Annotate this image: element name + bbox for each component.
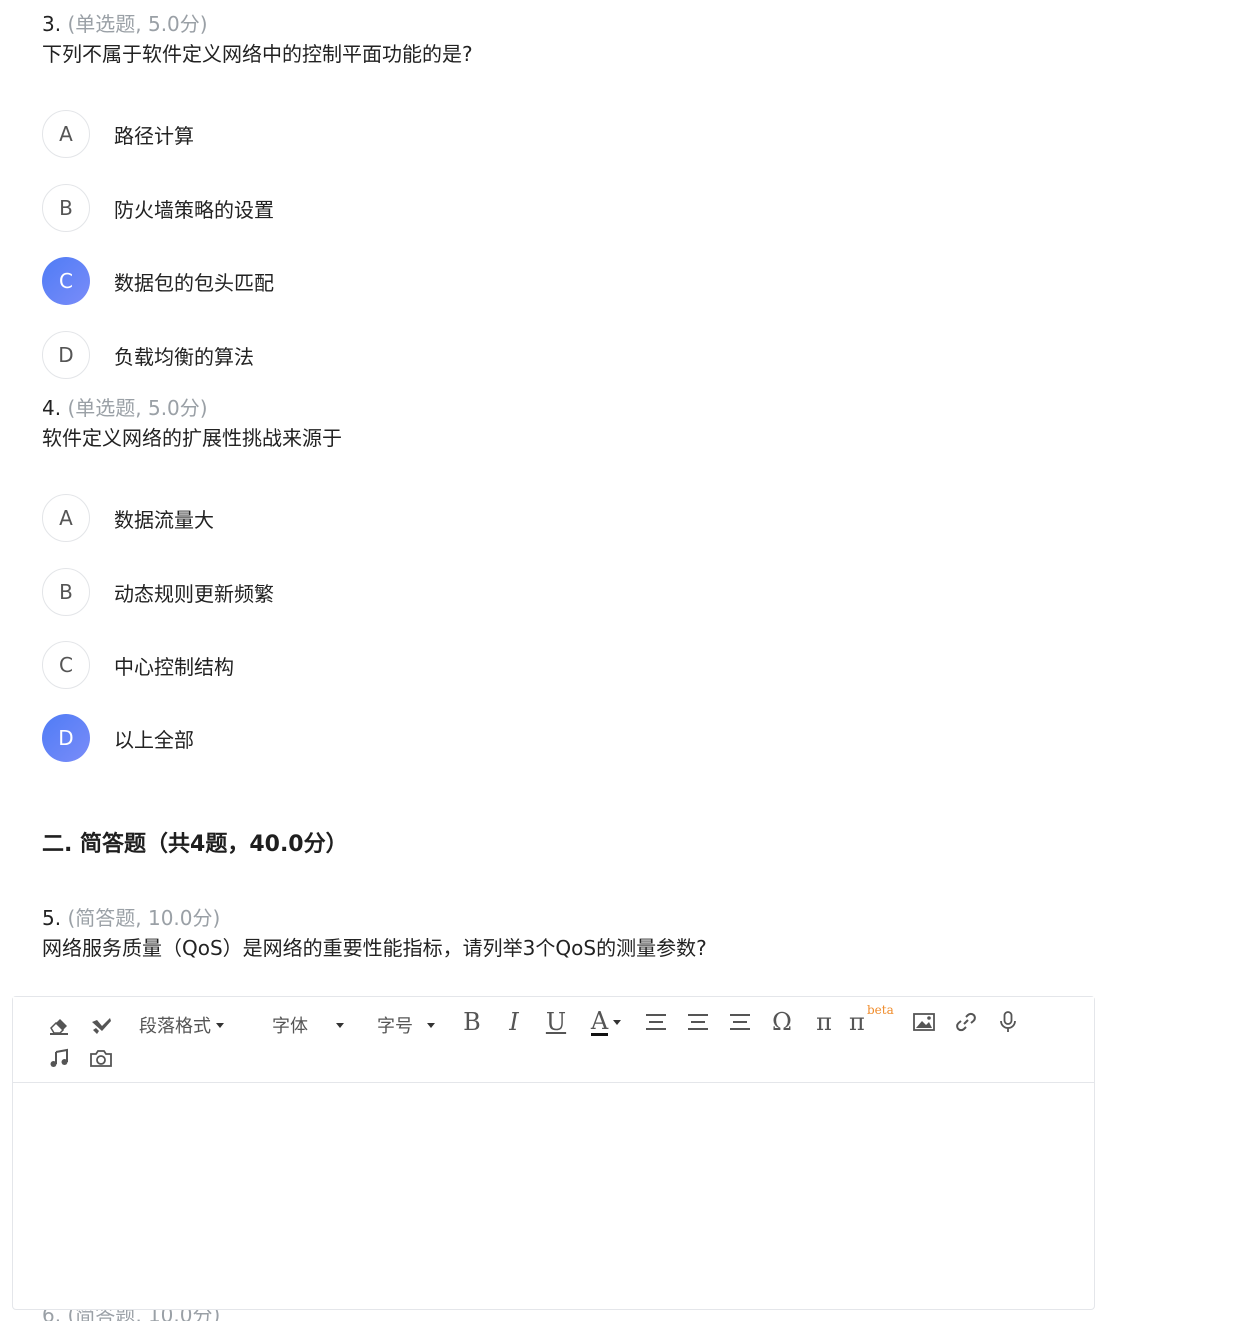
chevron-down-icon <box>613 1019 622 1025</box>
music-icon <box>50 1048 68 1067</box>
option-letter: B <box>42 568 90 616</box>
option-letter-selected: C <box>42 257 90 305</box>
question-3-header: 3. (单选题, 5.0分) <box>42 11 208 37</box>
editor-toolbar: 段落格式 字体 字号 B I U A Ω π π beta <box>13 997 1094 1083</box>
chevron-down-icon <box>427 1022 435 1028</box>
question-meta: (简答题, 10.0分) <box>67 906 221 930</box>
question-meta: (单选题, 5.0分) <box>67 396 208 420</box>
font-color-icon: A <box>590 1006 609 1036</box>
link-icon <box>956 1012 976 1032</box>
chevron-down-icon <box>216 1022 224 1028</box>
microphone-icon <box>1000 1011 1016 1032</box>
pi-icon: π <box>816 1008 832 1036</box>
font-size-label: 字号 <box>377 1016 413 1037</box>
q4-option-c[interactable]: C 中心控制结构 <box>42 641 234 689</box>
question-5-text: 网络服务质量（QoS）是网络的重要性能指标，请列举3个QoS的测量参数? <box>42 936 707 960</box>
align-left-icon <box>646 1014 666 1030</box>
option-letter-selected: D <box>42 714 90 762</box>
option-label: 以上全部 <box>114 727 194 752</box>
q4-option-d[interactable]: D 以上全部 <box>42 714 194 762</box>
align-center-button[interactable] <box>685 1009 711 1035</box>
align-center-icon <box>688 1014 708 1030</box>
font-label: 字体 <box>272 1016 308 1037</box>
option-label: 动态规则更新频繁 <box>114 581 274 606</box>
answer-text-area[interactable] <box>13 1084 1094 1310</box>
italic-button[interactable]: I <box>501 1007 527 1037</box>
option-letter: C <box>42 641 90 689</box>
eraser-icon[interactable] <box>45 1011 73 1039</box>
q3-option-c[interactable]: C 数据包的包头匹配 <box>42 257 274 305</box>
page: 3. (单选题, 5.0分) 下列不属于软件定义网络中的控制平面功能的是? A … <box>0 0 1251 1321</box>
question-4-header: 4. (单选题, 5.0分) <box>42 395 208 421</box>
special-char-button[interactable]: Ω <box>769 1007 795 1037</box>
font-color-button[interactable]: A <box>585 1007 627 1037</box>
formula-beta-button[interactable]: π beta <box>849 1003 897 1037</box>
option-letter: A <box>42 110 90 158</box>
q3-option-b[interactable]: B 防火墙策略的设置 <box>42 184 274 232</box>
question-4-text: 软件定义网络的扩展性挑战来源于 <box>42 426 342 450</box>
question-number: 4. <box>42 396 62 420</box>
image-icon <box>913 1013 935 1031</box>
q4-option-b[interactable]: B 动态规则更新频繁 <box>42 568 274 616</box>
option-label: 数据流量大 <box>114 507 214 532</box>
formula-button[interactable]: π <box>811 1007 837 1037</box>
option-letter: B <box>42 184 90 232</box>
bold-icon: B <box>463 1008 481 1036</box>
chevron-down-icon <box>336 1022 344 1028</box>
answer-editor: 段落格式 字体 字号 B I U A Ω π π beta <box>12 996 1095 1310</box>
option-label: 负载均衡的算法 <box>114 344 254 369</box>
underline-button[interactable]: U <box>543 1007 569 1037</box>
option-label: 防火墙策略的设置 <box>114 197 274 222</box>
format-painter-icon[interactable] <box>87 1011 115 1039</box>
option-label: 中心控制结构 <box>114 654 234 679</box>
paragraph-format-dropdown[interactable]: 段落格式 <box>139 1011 224 1039</box>
option-label: 路径计算 <box>114 123 194 148</box>
italic-icon: I <box>509 1008 519 1036</box>
camera-button[interactable] <box>87 1045 115 1071</box>
question-5-header: 5. (简答题, 10.0分) <box>42 905 220 931</box>
question-number: 5. <box>42 906 62 930</box>
q4-option-a[interactable]: A 数据流量大 <box>42 494 214 542</box>
voice-input-button[interactable] <box>995 1009 1021 1035</box>
option-label: 数据包的包头匹配 <box>114 270 274 295</box>
font-size-dropdown[interactable]: 字号 <box>377 1011 435 1039</box>
option-letter: A <box>42 494 90 542</box>
q3-option-d[interactable]: D 负载均衡的算法 <box>42 331 254 379</box>
omega-icon: Ω <box>772 1008 792 1036</box>
align-left-button[interactable] <box>643 1009 669 1035</box>
q3-option-a[interactable]: A 路径计算 <box>42 110 194 158</box>
underline-icon: U <box>545 1008 567 1036</box>
insert-image-button[interactable] <box>911 1009 937 1035</box>
paragraph-format-label: 段落格式 <box>139 1016 211 1037</box>
question-number: 3. <box>42 12 62 36</box>
question-6-header-partial: 6. (简答题, 10.0分) <box>42 1310 220 1321</box>
question-meta: (单选题, 5.0分) <box>67 12 208 36</box>
align-right-icon <box>730 1014 750 1030</box>
option-letter: D <box>42 331 90 379</box>
section-title: 二. 简答题（共4题，40.0分） <box>42 832 348 857</box>
bold-button[interactable]: B <box>459 1007 485 1037</box>
camera-icon <box>90 1050 112 1067</box>
beta-badge: beta <box>867 1003 894 1017</box>
font-dropdown[interactable]: 字体 <box>272 1011 344 1039</box>
question-3-text: 下列不属于软件定义网络中的控制平面功能的是? <box>42 42 473 66</box>
insert-link-button[interactable] <box>953 1009 979 1035</box>
insert-audio-button[interactable] <box>45 1045 73 1071</box>
align-right-button[interactable] <box>727 1009 753 1035</box>
pi-beta-icon: π <box>849 1008 865 1036</box>
